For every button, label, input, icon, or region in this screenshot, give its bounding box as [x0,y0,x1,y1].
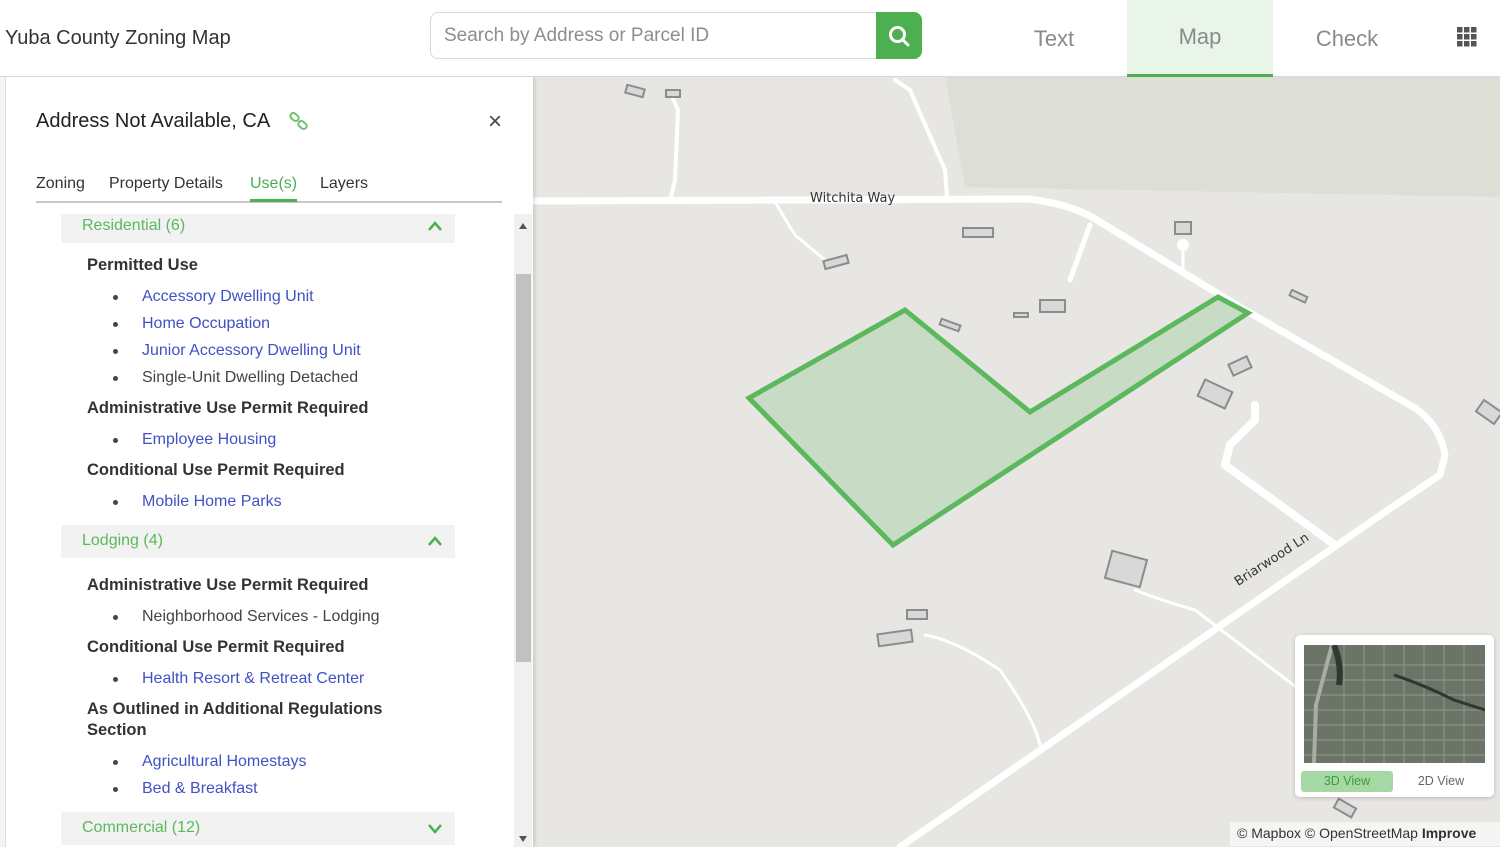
bullet [113,760,118,765]
category-lodging[interactable]: Lodging (4) [61,525,455,558]
building [1039,299,1066,313]
satellite-preview[interactable] [1304,645,1485,763]
chevron-up-icon [428,221,442,231]
tab-property-details[interactable]: Property Details [109,175,223,199]
2d-view-button[interactable]: 2D View [1395,771,1487,792]
bullet [113,787,118,792]
category-label: Lodging (4) [82,532,163,549]
road-label-witchita: Witchita Way [810,191,896,206]
bullet [113,438,118,443]
apps-menu-button[interactable] [1456,26,1478,48]
grid-icon [1457,27,1477,47]
bullet [113,295,118,300]
use-text: Neighborhood Services - Lodging [142,608,380,625]
3d-view-button[interactable]: 3D View [1301,771,1393,792]
building [1103,549,1149,589]
bullet [113,615,118,620]
chevron-down-icon [428,824,442,834]
chevron-up-icon [428,536,442,546]
bullet [113,322,118,327]
tab-uses[interactable]: Use(s) [250,175,298,202]
category-residential[interactable]: Residential (6) [61,214,455,243]
use-link[interactable]: Employee Housing [142,430,276,450]
bullet [113,500,118,505]
category-label: Residential (6) [82,217,186,234]
search-bar [430,12,922,59]
tab-layers[interactable]: Layers [320,175,368,199]
use-link[interactable]: Bed & Breakfast [142,779,258,799]
section-title: Conditional Use Permit Required [87,461,345,479]
mapbox-attribution[interactable]: © Mapbox [1237,825,1301,841]
top-bar: Yuba County Zoning Map Text Map Check [0,0,1500,77]
parcel-address: Address Not Available, CA [36,110,271,132]
use-link[interactable]: Home Occupation [142,314,270,334]
section-title: As Outlined in Additional Regulations Se… [87,700,383,739]
building [1332,797,1358,819]
parcel-info-panel: Address Not Available, CA × Zoning Prope… [6,77,533,847]
building [876,628,914,648]
search-input[interactable] [430,12,877,59]
close-icon: × [487,108,502,135]
building [938,317,962,333]
use-link[interactable]: Accessory Dwelling Unit [142,287,314,307]
driveway [668,94,680,203]
building [1474,398,1500,426]
section-title: Conditional Use Permit Required [87,638,345,656]
link-icon [289,112,308,130]
map-attribution: © Mapbox © OpenStreetMap Improve [1230,822,1500,846]
building [822,253,850,271]
panel-scrollbar[interactable] [514,214,532,847]
use-link[interactable]: Junior Accessory Dwelling Unit [142,341,361,361]
section-title: Permitted Use [87,256,198,274]
driveway [1133,588,1302,692]
driveway [1221,401,1339,549]
building [624,83,646,99]
driveway [773,200,827,262]
close-panel-button[interactable]: × [484,108,506,135]
search-button[interactable] [876,12,922,59]
use-link[interactable]: Health Resort & Retreat Center [142,669,364,689]
app-title: Yuba County Zoning Map [5,27,231,49]
copy-link-button[interactable] [288,111,310,133]
cul-de-sac [1177,239,1189,251]
building [906,609,928,620]
scroll-down-icon[interactable] [518,835,528,843]
building [1227,355,1253,377]
nav-tab-text[interactable]: Text [981,0,1127,77]
driveway [893,78,949,199]
bullet [113,677,118,682]
nav-tab-map[interactable]: Map [1127,0,1273,77]
driveway [923,633,1042,747]
use-link[interactable]: Mobile Home Parks [142,492,282,512]
search-icon [889,25,910,46]
building [1196,378,1234,410]
park-area [945,77,1500,197]
section-title: Administrative Use Permit Required [87,576,369,594]
building [1013,312,1029,318]
bullet [113,349,118,354]
tab-zoning[interactable]: Zoning [36,175,85,199]
driveway [1067,222,1093,283]
osm-attribution[interactable]: © OpenStreetMap [1305,825,1418,841]
building [962,227,994,238]
scrollbar-thumb[interactable] [516,274,531,662]
section-title: Administrative Use Permit Required [87,399,369,417]
selected-parcel [744,294,1253,549]
category-label: Commercial (12) [82,819,201,836]
building [1174,221,1192,235]
category-commercial[interactable]: Commercial (12) [61,812,455,845]
improve-link[interactable]: Improve [1422,825,1476,841]
building [1288,288,1309,304]
building [665,89,681,98]
scroll-up-icon[interactable] [518,222,528,230]
uses-list: Residential (6) Permitted Use Accessory … [6,214,533,847]
nav-tab-check[interactable]: Check [1274,0,1420,77]
use-text: Single-Unit Dwelling Detached [142,369,359,386]
basemap-switcher: 3D View 2D View [1295,635,1494,797]
panel-tabs: Zoning Property Details Use(s) Layers [36,173,502,203]
use-link[interactable]: Agricultural Homestays [142,752,307,772]
bullet [113,376,118,381]
